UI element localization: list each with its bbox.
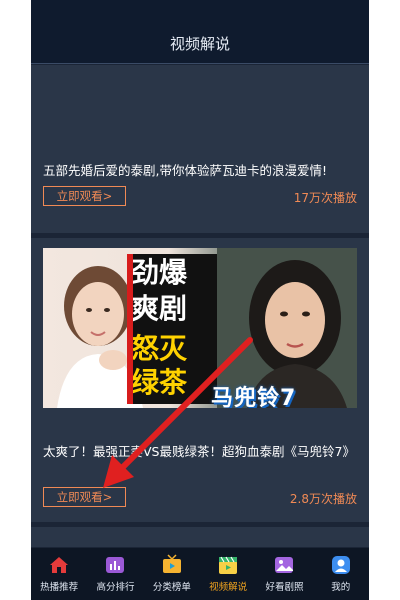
poster-text-block: 劲爆 爽剧 怒灭 绿茶 bbox=[127, 254, 217, 404]
drama-title-overlay: 马兜铃7 bbox=[211, 386, 297, 408]
page-title: 视频解说 bbox=[169, 35, 230, 53]
video-card[interactable]: 劲爆 爽剧 怒灭 绿茶 马兜铃7 太爽了！最强正妻VS最贱绿茶！超狗血泰剧《马兜… bbox=[31, 238, 369, 522]
photo-icon bbox=[275, 557, 294, 573]
app-screen: 视频解说 五部先婚后爱的泰剧,带你体验萨瓦迪卡的浪漫爱情! 立即观看> 17万次… bbox=[31, 0, 369, 600]
watch-now-button[interactable]: 立即观看> bbox=[43, 487, 126, 507]
ranking-chart-icon bbox=[106, 557, 125, 573]
home-icon bbox=[50, 557, 69, 573]
poster-word: 怒灭 bbox=[131, 332, 188, 365]
tab-label: 高分排行 bbox=[96, 582, 135, 593]
user-icon bbox=[331, 556, 350, 574]
tab-label: 我的 bbox=[331, 582, 351, 593]
tab-label: 热播推荐 bbox=[40, 582, 79, 593]
tab-hot-recommend[interactable]: 热播推荐 bbox=[31, 548, 87, 600]
play-count: 2.8万次播放 bbox=[289, 492, 357, 506]
video-card[interactable]: 五部先婚后爱的泰剧,带你体验萨瓦迪卡的浪漫爱情! 立即观看> 17万次播放 bbox=[31, 65, 369, 233]
tab-label: 分类榜单 bbox=[152, 582, 191, 593]
tab-label: 视频解说 bbox=[209, 582, 248, 593]
tab-top-rated[interactable]: 高分排行 bbox=[87, 548, 143, 600]
bottom-tab-bar: 热播推荐 高分排行 分类榜单 视频解说 好看剧照 我的 bbox=[31, 548, 369, 600]
poster-red-stripe bbox=[127, 254, 133, 404]
tab-mine[interactable]: 我的 bbox=[313, 548, 369, 600]
tab-label: 好看剧照 bbox=[265, 582, 304, 593]
poster-word: 爽剧 bbox=[131, 292, 188, 325]
tab-stills[interactable]: 好看剧照 bbox=[256, 548, 312, 600]
tab-category[interactable]: 分类榜单 bbox=[144, 548, 200, 600]
watch-now-button[interactable]: 立即观看> bbox=[43, 186, 126, 206]
video-description: 五部先婚后爱的泰剧,带你体验萨瓦迪卡的浪漫爱情! bbox=[43, 163, 327, 178]
top-bar: 视频解说 bbox=[31, 0, 369, 64]
poster-word: 劲爆 bbox=[131, 256, 188, 289]
clapperboard-icon bbox=[219, 556, 238, 574]
video-description: 太爽了！最强正妻VS最贱绿茶！超狗血泰剧《马兜铃7》 bbox=[43, 444, 355, 459]
play-count: 17万次播放 bbox=[293, 191, 357, 205]
video-card-partial[interactable] bbox=[31, 527, 369, 547]
poster-word: 绿茶 bbox=[131, 366, 188, 399]
tab-video-commentary[interactable]: 视频解说 bbox=[200, 548, 256, 600]
video-thumbnail[interactable]: 劲爆 爽剧 怒灭 绿茶 马兜铃7 bbox=[43, 248, 357, 408]
tv-icon bbox=[162, 554, 181, 573]
